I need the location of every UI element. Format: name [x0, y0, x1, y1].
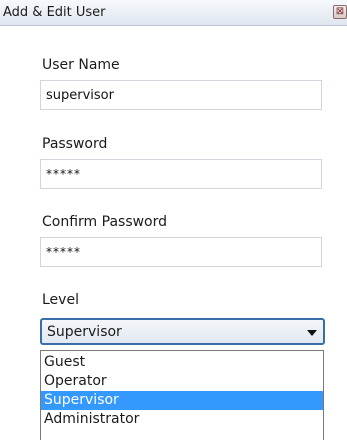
level-options-list: Guest Operator Supervisor Administrator	[40, 350, 324, 440]
level-option-guest[interactable]: Guest	[41, 353, 323, 372]
username-input[interactable]	[40, 80, 322, 110]
add-edit-user-dialog: Add & Edit User ⊠ User Name Password Con…	[0, 0, 347, 440]
level-option-operator[interactable]: Operator	[41, 372, 323, 391]
level-label: Level	[42, 292, 79, 308]
level-option-administrator[interactable]: Administrator	[41, 410, 323, 429]
window-title: Add & Edit User	[3, 5, 106, 20]
title-bar[interactable]: Add & Edit User ⊠	[0, 0, 347, 26]
level-option-supervisor[interactable]: Supervisor	[41, 391, 323, 410]
password-input[interactable]	[40, 159, 322, 189]
username-label: User Name	[42, 57, 120, 73]
level-selected-value: Supervisor	[47, 324, 122, 340]
chevron-down-icon[interactable]	[307, 330, 317, 336]
level-dropdown[interactable]: Supervisor	[40, 318, 325, 345]
close-icon[interactable]: ⊠	[333, 5, 347, 19]
password-label: Password	[42, 136, 108, 152]
confirm-password-input[interactable]	[40, 237, 322, 267]
confirm-password-label: Confirm Password	[42, 214, 168, 230]
